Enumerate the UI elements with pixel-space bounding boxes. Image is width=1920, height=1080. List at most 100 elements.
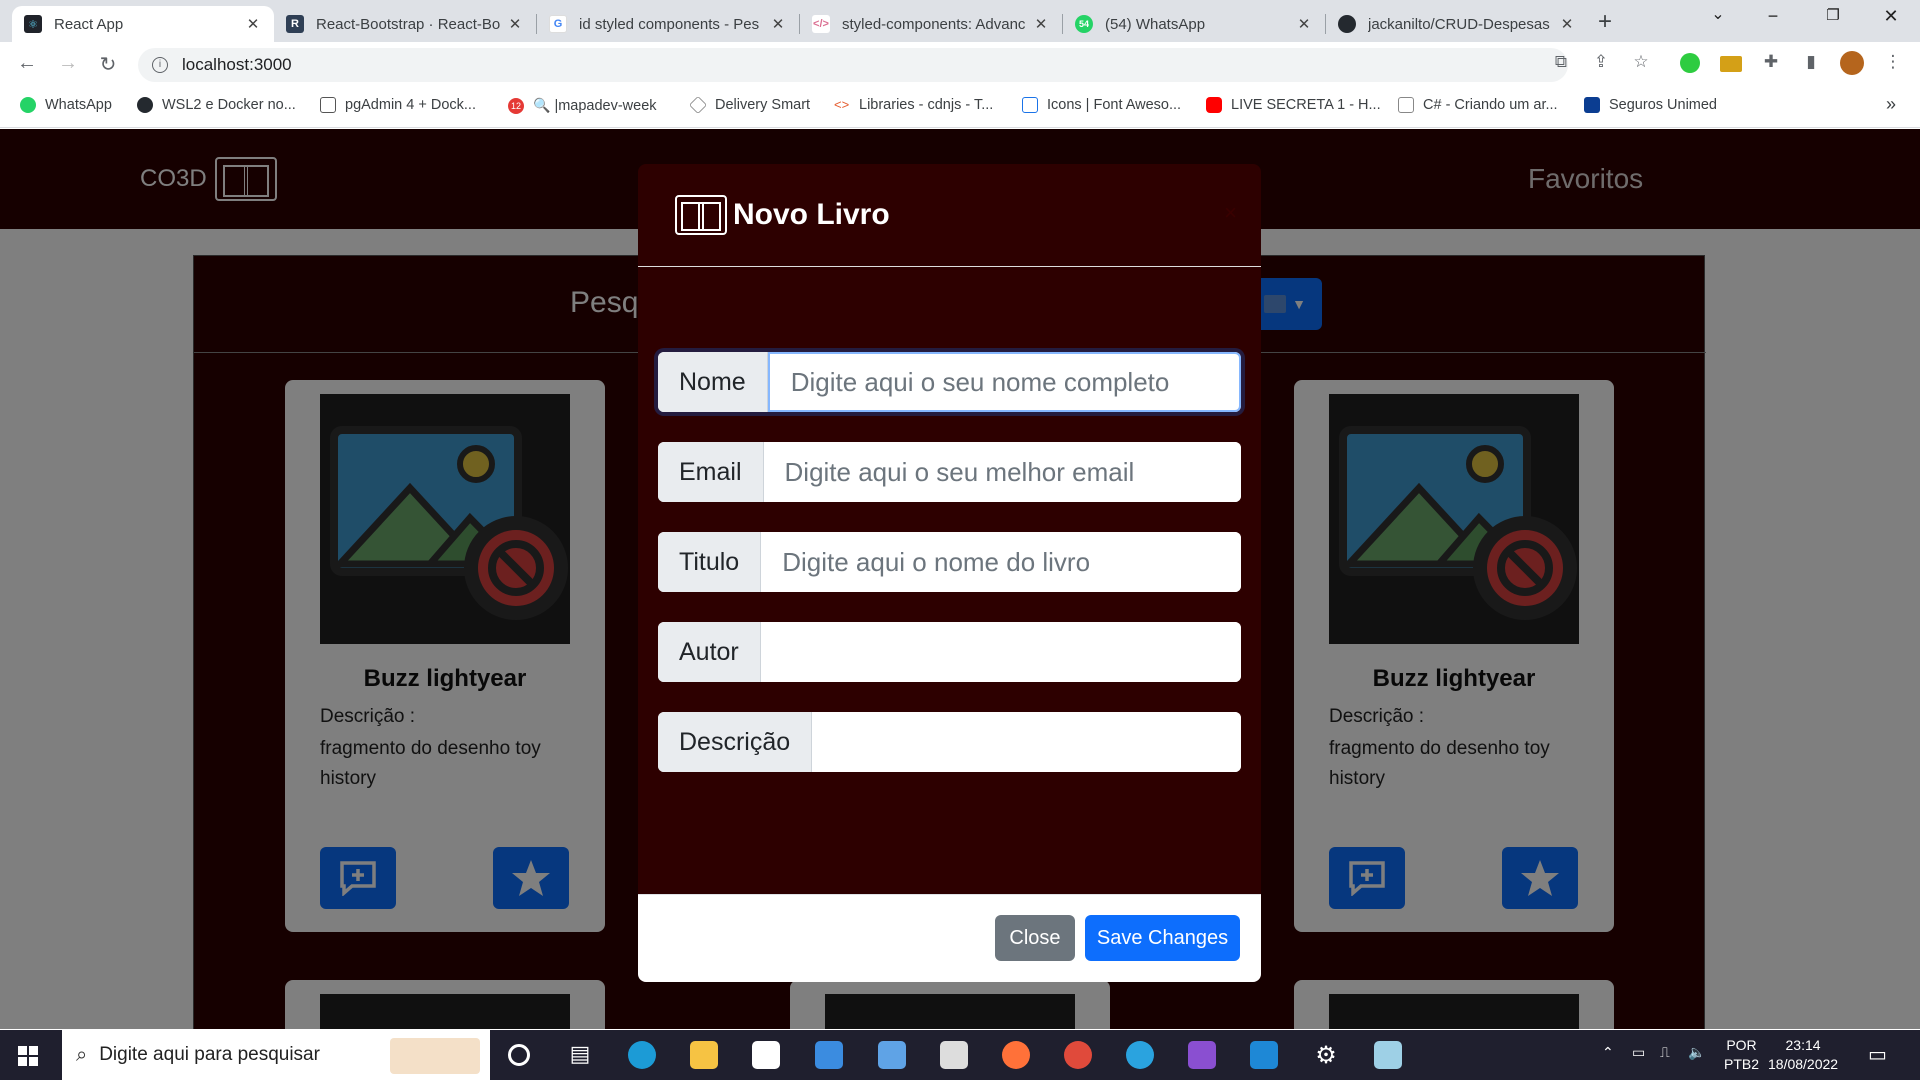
tab-search-icon[interactable]: ⌄ bbox=[1703, 4, 1733, 24]
tab-title: (54) WhatsApp bbox=[1105, 15, 1206, 33]
modal-title: Novo Livro bbox=[733, 198, 890, 231]
autor-input[interactable] bbox=[760, 622, 1241, 682]
modal-close-icon[interactable]: × bbox=[1224, 200, 1237, 226]
modal-header: Novo Livro × bbox=[638, 164, 1261, 267]
styled-components-icon: </> bbox=[812, 15, 830, 33]
bookmark-pgadmin[interactable]: pgAdmin 4 + Dock... bbox=[320, 97, 476, 113]
menu-kebab-icon[interactable]: ⋮ bbox=[1882, 52, 1904, 74]
tab-google-search[interactable]: G id styled components - Pes ✕ bbox=[537, 6, 799, 42]
whatsapp-icon: 54 bbox=[1075, 15, 1093, 33]
youtube-icon bbox=[1206, 97, 1222, 113]
react-icon: ⚛ bbox=[24, 15, 42, 33]
tray-clock[interactable]: 23:14 18/08/2022 bbox=[1768, 1036, 1838, 1074]
notifications-icon[interactable]: ▭ bbox=[1868, 1042, 1887, 1067]
extension-yellow-icon[interactable] bbox=[1720, 56, 1742, 72]
microsoft-store-icon[interactable] bbox=[752, 1041, 780, 1069]
minimize-button[interactable]: − bbox=[1758, 6, 1788, 27]
tray-network-icon[interactable]: ⎍ bbox=[1660, 1044, 1670, 1061]
notepad-icon[interactable] bbox=[1374, 1041, 1402, 1069]
keyboard-layout: PTB2 bbox=[1724, 1056, 1760, 1072]
vscode-icon[interactable] bbox=[1250, 1041, 1278, 1069]
tab-whatsapp[interactable]: 54 (54) WhatsApp ✕ bbox=[1063, 6, 1325, 42]
search-icon: ⌕ bbox=[76, 1043, 88, 1066]
nome-input[interactable] bbox=[767, 352, 1241, 412]
descricao-input[interactable] bbox=[812, 712, 1241, 772]
extension-green-icon[interactable] bbox=[1680, 53, 1700, 73]
bookmark-whatsapp[interactable]: WhatsApp bbox=[20, 97, 112, 113]
profile-avatar[interactable] bbox=[1840, 51, 1864, 75]
bookmark-csharp[interactable]: C# - Criando um ar... bbox=[1398, 97, 1558, 113]
delivery-icon bbox=[688, 95, 708, 115]
tray-battery-icon[interactable]: ▭ bbox=[1632, 1044, 1645, 1061]
close-tab-icon[interactable]: ✕ bbox=[506, 15, 524, 33]
magnifier-icon: 🔍 bbox=[533, 97, 551, 113]
tab-title: React App bbox=[54, 15, 124, 33]
react-bootstrap-icon: R bbox=[286, 15, 304, 33]
whatsapp-icon bbox=[20, 97, 36, 113]
close-tab-icon[interactable]: ✕ bbox=[244, 15, 262, 33]
bookmark-label: WSL2 e Docker no... bbox=[162, 97, 296, 113]
address-bar[interactable]: i localhost:3000 bbox=[138, 48, 1568, 82]
close-tab-icon[interactable]: ✕ bbox=[1558, 15, 1576, 33]
taskbar-search[interactable]: ⌕ Digite aqui para pesquisar bbox=[62, 1030, 490, 1080]
close-window-button[interactable]: ✕ bbox=[1876, 6, 1906, 27]
reload-icon[interactable]: ↻ bbox=[96, 52, 120, 77]
save-changes-button[interactable]: Save Changes bbox=[1085, 915, 1240, 961]
close-tab-icon[interactable]: ✕ bbox=[1032, 15, 1050, 33]
nome-input-group: Nome bbox=[658, 352, 1241, 412]
tray-chevron-icon[interactable]: ⌃ bbox=[1602, 1044, 1614, 1061]
tab-react-app[interactable]: ⚛ React App ✕ bbox=[12, 6, 274, 42]
email-input-group: Email bbox=[658, 442, 1241, 502]
email-input[interactable] bbox=[763, 442, 1241, 502]
tab-github[interactable]: jackanilto/CRUD-Despesas ✕ bbox=[1326, 6, 1588, 42]
cortana-icon[interactable] bbox=[508, 1044, 530, 1066]
unimed-icon bbox=[1584, 97, 1600, 113]
tab-react-bootstrap[interactable]: R React-Bootstrap · React-Bo ✕ bbox=[274, 6, 536, 42]
more-bookmarks-button[interactable]: » bbox=[1886, 94, 1896, 115]
close-tab-icon[interactable]: ✕ bbox=[769, 15, 787, 33]
url-text[interactable]: localhost:3000 bbox=[182, 55, 292, 75]
mail-icon[interactable] bbox=[815, 1041, 843, 1069]
tray-volume-icon[interactable]: 🔈 bbox=[1688, 1044, 1705, 1061]
close-tab-icon[interactable]: ✕ bbox=[1295, 15, 1313, 33]
back-icon[interactable]: ← bbox=[15, 52, 39, 75]
youtube-badge-icon: 12 bbox=[508, 97, 524, 114]
chrome-icon[interactable] bbox=[1064, 1041, 1092, 1069]
firefox-icon[interactable] bbox=[1002, 1041, 1030, 1069]
bookmark-live-secreta[interactable]: LIVE SECRETA 1 - H... bbox=[1206, 97, 1381, 113]
windows-start-icon[interactable] bbox=[18, 1046, 38, 1066]
restore-button[interactable]: ❐ bbox=[1818, 6, 1848, 24]
close-button[interactable]: Close bbox=[995, 915, 1075, 961]
file-explorer-icon[interactable] bbox=[690, 1041, 718, 1069]
github-icon bbox=[1338, 15, 1356, 33]
titulo-input[interactable] bbox=[761, 532, 1241, 592]
flag-icon bbox=[1022, 97, 1038, 113]
bookmark-mapadev[interactable]: 12 🔍 |mapadev-week bbox=[508, 97, 657, 114]
page-viewport: CO3D Favoritos Pesqu ▼ bbox=[0, 129, 1920, 1029]
bookmark-cdnjs[interactable]: <> Libraries - cdnjs - T... bbox=[834, 97, 993, 113]
bookmark-delivery-smart[interactable]: Delivery Smart bbox=[688, 95, 810, 115]
tray-language[interactable]: POR PTB2 bbox=[1724, 1036, 1759, 1074]
tab-styled-components[interactable]: </> styled-components: Advanc ✕ bbox=[800, 6, 1062, 42]
translate-icon[interactable]: ⧉ bbox=[1550, 52, 1572, 74]
bookmark-font-awesome[interactable]: Icons | Font Aweso... bbox=[1022, 97, 1181, 113]
bookmark-wsl2-docker[interactable]: WSL2 e Docker no... bbox=[137, 97, 296, 113]
extensions-puzzle-icon[interactable]: ✚ bbox=[1760, 52, 1782, 74]
bookmark-star-icon[interactable]: ☆ bbox=[1630, 52, 1652, 74]
bookmark-seguros-unimed[interactable]: Seguros Unimed bbox=[1584, 97, 1717, 113]
forward-icon[interactable]: → bbox=[56, 52, 80, 75]
settings-gear-icon[interactable]: ⚙ bbox=[1312, 1041, 1340, 1069]
news-icon[interactable] bbox=[878, 1041, 906, 1069]
new-tab-button[interactable]: + bbox=[1598, 8, 1612, 36]
new-book-modal: Novo Livro × Nome Email Titulo Autor Des… bbox=[638, 164, 1261, 982]
site-info-icon[interactable]: i bbox=[152, 57, 168, 73]
edge-icon[interactable] bbox=[628, 1041, 656, 1069]
visual-studio-icon[interactable] bbox=[1188, 1041, 1216, 1069]
share-icon[interactable]: ⇪ bbox=[1590, 52, 1612, 74]
telegram-icon[interactable] bbox=[1126, 1041, 1154, 1069]
taskbar-search-text: Digite aqui para pesquisar bbox=[99, 1044, 320, 1065]
side-panel-icon[interactable]: ▮ bbox=[1800, 52, 1822, 74]
security-shield-icon[interactable] bbox=[940, 1041, 968, 1069]
task-view-icon[interactable]: ▤ bbox=[566, 1041, 594, 1069]
nome-label: Nome bbox=[658, 352, 768, 412]
